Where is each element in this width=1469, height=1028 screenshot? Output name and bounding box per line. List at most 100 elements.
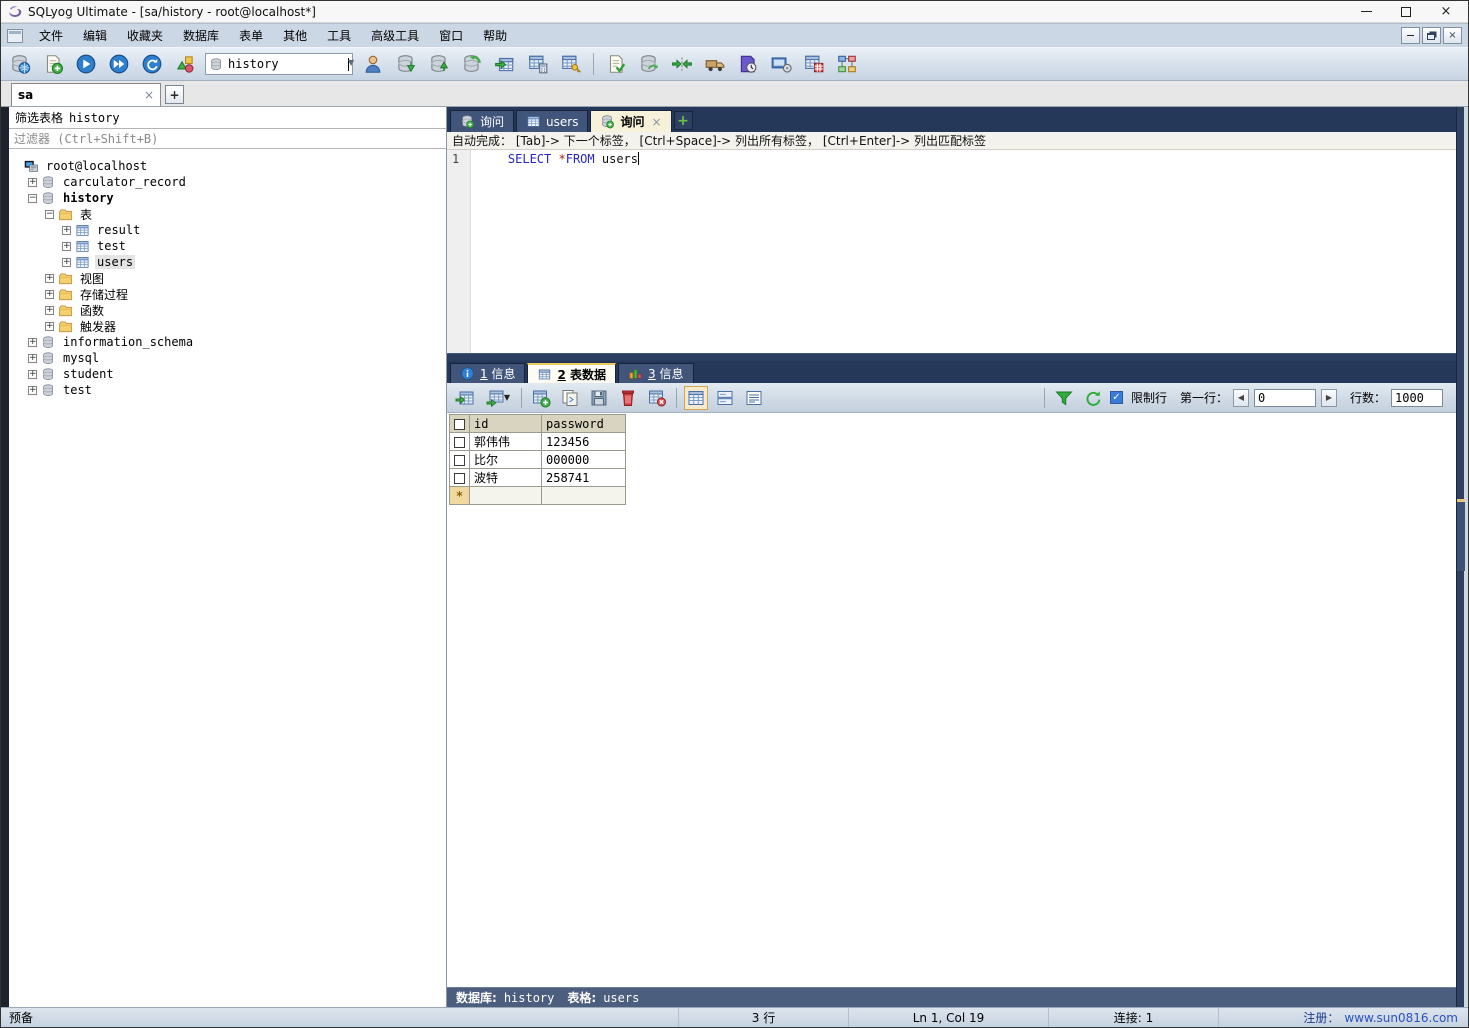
import-external-data-button[interactable] <box>492 51 518 77</box>
manage-indexes-button[interactable] <box>558 51 584 77</box>
grid-cell[interactable]: 比尔 <box>469 450 542 469</box>
grid-cell[interactable]: 郭伟伟 <box>469 432 542 451</box>
format-query-button[interactable] <box>603 51 629 77</box>
add-new-row-button[interactable] <box>529 386 553 410</box>
tree-item-history[interactable]: − history <box>9 190 446 206</box>
grid-view-button[interactable] <box>684 385 708 410</box>
notification-services-button[interactable] <box>768 51 794 77</box>
menu-9[interactable]: 窗口 <box>429 27 473 45</box>
menu-10[interactable]: 帮助 <box>473 27 517 45</box>
first-row-input[interactable] <box>1253 388 1316 407</box>
collapse-icon[interactable]: − <box>28 193 37 203</box>
tree-item-result[interactable]: + result <box>9 222 446 238</box>
schema-designer-button[interactable] <box>834 51 860 77</box>
table-maintenance-button[interactable] <box>525 51 551 77</box>
execute-all-queries-button[interactable] <box>106 51 132 77</box>
select-all-checkbox[interactable] <box>449 414 470 433</box>
expand-icon[interactable]: + <box>28 385 37 395</box>
horizontal-splitter[interactable] <box>447 353 1468 361</box>
mdi-restore-button[interactable] <box>1422 27 1441 44</box>
tree-item-test[interactable]: + test <box>9 382 446 398</box>
grid-cell[interactable]: 000000 <box>541 450 626 469</box>
grid-cell-empty[interactable] <box>469 486 542 505</box>
tree-item-----[interactable]: + 存储过程 <box>9 286 446 302</box>
query-builder-button[interactable] <box>172 51 198 77</box>
tree-item-student[interactable]: + student <box>9 366 446 382</box>
register-link[interactable]: www.sun0816.com <box>1344 1011 1458 1025</box>
menu-8[interactable]: 高级工具 <box>361 27 429 45</box>
expand-icon[interactable]: + <box>28 337 37 347</box>
grid-export-options-button[interactable]: ▼ <box>482 386 514 410</box>
query-tab-1[interactable]: 询问 <box>450 110 515 132</box>
copy-database-button[interactable] <box>459 51 485 77</box>
row-checkbox[interactable] <box>449 450 470 469</box>
expand-icon[interactable]: + <box>45 321 54 331</box>
restore-database-button[interactable] <box>426 51 452 77</box>
tree-item--[interactable]: − 表 <box>9 206 446 222</box>
tree-item-carculator-record[interactable]: + carculator_record <box>9 174 446 190</box>
connection-tab-sa[interactable]: sa × <box>11 83 161 106</box>
close-tab-icon[interactable]: × <box>144 88 154 102</box>
maximize-button[interactable] <box>1386 2 1426 22</box>
scheduled-backup-button[interactable] <box>735 51 761 77</box>
grid-column-header[interactable]: password <box>541 414 626 433</box>
table-filter-input[interactable] <box>9 128 446 149</box>
result-tab-1[interactable]: 1 信息 <box>450 363 526 383</box>
expand-icon[interactable]: + <box>28 353 37 363</box>
tree-item-users[interactable]: + users <box>9 254 446 270</box>
delete-row-button[interactable] <box>616 386 640 410</box>
result-tab-3[interactable]: 3 信息 <box>618 363 694 383</box>
menu-1[interactable]: 文件 <box>29 27 73 45</box>
refresh-grid-button[interactable] <box>1081 386 1105 410</box>
query-tab-3[interactable]: 询问 × <box>590 110 672 132</box>
collapsed-panel-tab[interactable] <box>1457 499 1465 571</box>
grid-cell[interactable]: 258741 <box>541 468 626 487</box>
cancel-changes-button[interactable] <box>645 386 669 410</box>
expand-icon[interactable]: + <box>45 305 54 315</box>
flush-tools-button[interactable] <box>801 51 827 77</box>
close-tab-icon[interactable]: × <box>651 115 661 129</box>
new-query-tab-button[interactable]: + <box>673 111 693 130</box>
row-checkbox[interactable] <box>449 432 470 451</box>
previous-page-button[interactable]: ◀ <box>1232 388 1249 407</box>
tree-item---[interactable]: + 视图 <box>9 270 446 286</box>
expand-icon[interactable]: + <box>62 225 71 235</box>
new-query-editor-button[interactable] <box>40 51 66 77</box>
query-tab-2[interactable]: users <box>516 110 589 132</box>
execute-query-button[interactable] <box>73 51 99 77</box>
expand-icon[interactable]: + <box>28 369 37 379</box>
menu-7[interactable]: 工具 <box>317 27 361 45</box>
limit-rows-checkbox[interactable]: ✓ <box>1109 391 1123 404</box>
minimize-button[interactable] <box>1346 2 1386 22</box>
database-selector[interactable]: history ▼ <box>205 53 354 75</box>
tree-item-test[interactable]: + test <box>9 238 446 254</box>
row-checkbox[interactable] <box>449 468 470 487</box>
expand-icon[interactable]: + <box>28 177 37 187</box>
grid-cell[interactable]: 123456 <box>541 432 626 451</box>
menu-4[interactable]: 数据库 <box>173 27 229 45</box>
new-connection-tab-button[interactable]: + <box>165 85 184 104</box>
save-changes-button[interactable] <box>587 386 611 410</box>
filter-button[interactable] <box>1052 386 1076 410</box>
grid-column-header[interactable]: id <box>469 414 542 433</box>
export-resultset-button[interactable] <box>453 386 477 410</box>
tree-item-information-schema[interactable]: + information_schema <box>9 334 446 350</box>
row-count-input[interactable] <box>1391 388 1443 407</box>
collapse-icon[interactable]: − <box>45 209 54 219</box>
backup-database-button[interactable] <box>393 51 419 77</box>
grid-cell[interactable]: 波特 <box>469 468 542 487</box>
close-button[interactable]: × <box>1426 2 1466 22</box>
expand-icon[interactable]: + <box>45 289 54 299</box>
grid-cell-empty[interactable] <box>541 486 626 505</box>
duplicate-row-button[interactable] <box>558 386 582 410</box>
user-manager-button[interactable] <box>360 51 386 77</box>
next-page-button[interactable]: ▶ <box>1320 388 1337 407</box>
tree-item-root-localhost[interactable]: root@localhost <box>9 158 446 174</box>
result-tab-2[interactable]: 2 表数据 <box>527 363 617 383</box>
data-migration-button[interactable] <box>702 51 728 77</box>
text-view-button[interactable] <box>742 386 766 410</box>
mdi-minimize-button[interactable] <box>1401 27 1420 44</box>
refresh-object-browser-button[interactable] <box>139 51 165 77</box>
data-compare-button[interactable] <box>669 51 695 77</box>
expand-icon[interactable]: + <box>45 273 54 283</box>
